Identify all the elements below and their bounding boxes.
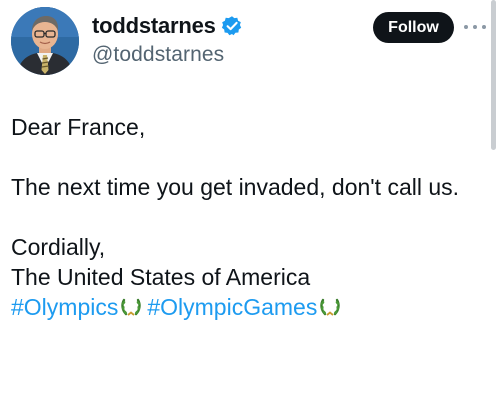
user-handle[interactable]: @toddstarnes <box>92 43 243 67</box>
author-info: toddstarnes @toddstarnes <box>92 12 243 67</box>
more-dot <box>464 25 468 29</box>
verified-badge-icon[interactable] <box>221 15 243 37</box>
more-dot <box>482 25 486 29</box>
display-name[interactable]: toddstarnes <box>92 13 216 39</box>
name-row: toddstarnes <box>92 12 243 40</box>
more-dot <box>473 25 477 29</box>
follow-button[interactable]: Follow <box>373 12 454 43</box>
hashtag-olympic-games[interactable]: #OlympicGames <box>147 294 317 320</box>
avatar-photo-icon <box>11 7 79 75</box>
tweet-greeting: Dear France, <box>11 114 146 140</box>
avatar[interactable] <box>11 7 79 75</box>
olympic-wreath-icon <box>120 296 143 318</box>
hashtag-line: #Olympics #OlympicGames <box>11 292 481 322</box>
tweet-message: The next time you get invaded, don't cal… <box>11 174 460 200</box>
more-options-icon[interactable] <box>464 18 486 36</box>
hashtag-olympics[interactable]: #Olympics <box>11 294 118 320</box>
scrollbar-thumb[interactable] <box>491 0 496 150</box>
olympic-wreath-icon <box>319 296 342 318</box>
tweet-signature: The United States of America <box>11 264 311 290</box>
tweet: toddstarnes @toddstarnes Follow Dear Fra… <box>0 0 500 411</box>
tweet-text: Dear France, The next time you get invad… <box>11 112 481 322</box>
tweet-closing: Cordially, <box>11 234 106 260</box>
